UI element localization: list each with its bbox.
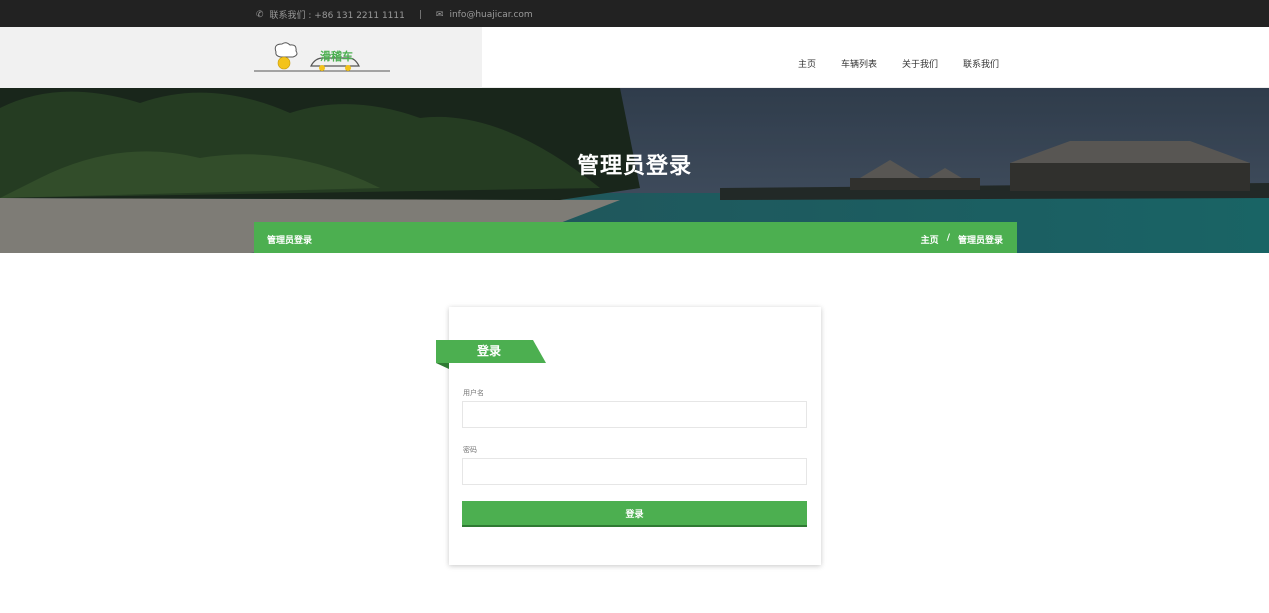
top-info-bar: ✆ 联系我们 : +86 131 2211 1111 | ✉ info@huaj… (0, 0, 1269, 27)
login-card: 登录 用户名 密码 登录 (436, 307, 821, 565)
password-input[interactable] (462, 458, 807, 485)
site-logo[interactable]: 滑稽车 (254, 42, 390, 74)
phone-icon: ✆ (256, 9, 264, 20)
username-label: 用户名 (463, 389, 484, 397)
nav-about[interactable]: 关于我们 (902, 57, 938, 70)
login-submit-button[interactable]: 登录 (462, 501, 807, 527)
page-title: 管理员登录 (576, 154, 692, 179)
main-nav: 主页 车辆列表 关于我们 联系我们 (798, 57, 999, 70)
password-label: 密码 (463, 446, 477, 454)
nav-vehicle-list[interactable]: 车辆列表 (841, 57, 877, 70)
breadcrumb-bar: 管理员登录 主页 / 管理员登录 (254, 222, 1017, 253)
breadcrumb-current: 管理员登录 (957, 236, 1003, 246)
contact-phone-text: 联系我们 : +86 131 2211 1111 (269, 11, 405, 21)
breadcrumb: 主页 / 管理员登录 (921, 233, 1003, 246)
logo-text: 滑稽车 (320, 49, 353, 63)
username-input[interactable] (462, 401, 807, 428)
breadcrumb-separator: / (946, 233, 950, 243)
nav-home[interactable]: 主页 (798, 57, 816, 70)
envelope-icon: ✉ (435, 9, 444, 20)
logo-area: 滑稽车 (0, 27, 482, 88)
breadcrumb-home-link[interactable]: 主页 (921, 233, 939, 246)
contact-email-text[interactable]: info@huajicar.com (449, 10, 532, 20)
breadcrumb-page-title: 管理员登录 (267, 236, 313, 246)
hero-banner: 管理员登录 管理员登录 主页 / 管理员登录 (0, 88, 1269, 253)
login-heading: 登录 (476, 344, 501, 358)
site-header: 滑稽车 主页 车辆列表 关于我们 联系我们 (0, 27, 1269, 88)
separator: | (418, 9, 422, 20)
nav-contact[interactable]: 联系我们 (963, 57, 999, 70)
